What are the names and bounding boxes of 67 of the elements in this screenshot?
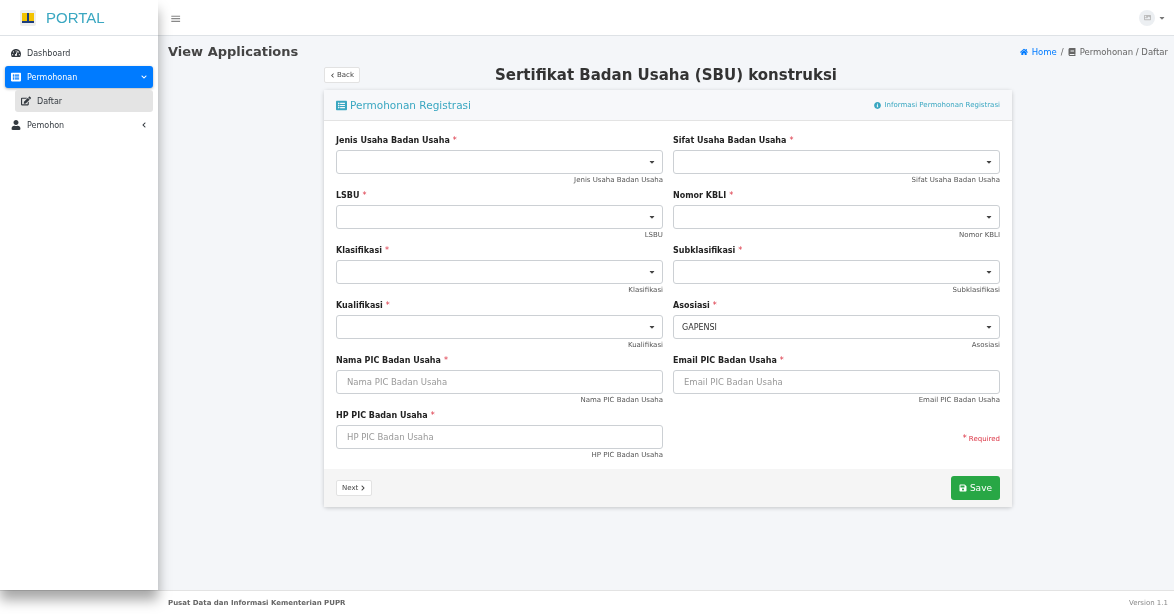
sidebar-subitem[interactable]: Daftar <box>15 90 153 112</box>
select-field[interactable] <box>336 205 663 229</box>
select-field[interactable] <box>336 150 663 174</box>
list-icon <box>11 72 21 82</box>
required-mark: * <box>962 434 967 443</box>
required-mark: * <box>738 246 743 255</box>
breadcrumb-separator: / <box>1060 46 1064 57</box>
caret-icon <box>985 268 993 276</box>
field-label: Email PIC Badan Usaha <box>673 356 777 365</box>
caret-icon <box>985 323 993 331</box>
info-icon <box>874 101 882 109</box>
field-label: Jenis Usaha Badan Usaha <box>336 136 450 145</box>
menu-icon[interactable]: ≡ <box>170 9 182 26</box>
caret-icon <box>985 213 993 221</box>
caret-icon <box>648 323 656 331</box>
edit-icon <box>21 96 31 106</box>
form-heading: Sertifikat Badan Usaha (SBU) konstruksi <box>494 66 838 84</box>
required-mark: * <box>362 191 367 200</box>
gauge-icon <box>11 48 21 58</box>
required-mark: * <box>789 136 794 145</box>
required-mark: * <box>430 411 435 420</box>
field-label: Nomor KBLI <box>673 191 727 200</box>
list-icon <box>336 99 347 111</box>
logo-icon <box>20 9 36 26</box>
user-icon <box>11 120 21 130</box>
breadcrumb-item: Permohonan / Daftar <box>1079 46 1168 57</box>
field-label: LSBU <box>336 191 360 200</box>
page-title: View Applications <box>168 44 299 59</box>
save-icon <box>958 484 967 492</box>
caret-icon <box>985 158 993 166</box>
required-mark: * <box>385 301 390 310</box>
card-title: Permohonan Registrasi <box>350 99 471 111</box>
required-mark: * <box>729 191 734 200</box>
book-icon <box>1067 47 1076 56</box>
select-field[interactable]: GAPENSI <box>673 315 1000 339</box>
field-label: Nama PIC Badan Usaha <box>336 356 441 365</box>
required-mark: * <box>712 301 717 310</box>
select-field[interactable] <box>336 315 663 339</box>
required-mark: * <box>385 246 389 255</box>
input-field[interactable]: Email PIC Badan Usaha <box>673 370 1000 394</box>
select-field[interactable] <box>673 260 1000 284</box>
field-label: Klasifikasi <box>336 246 382 255</box>
field-label: HP PIC Badan Usaha <box>336 411 428 420</box>
required-mark: * <box>443 356 448 365</box>
home-icon <box>1019 47 1028 56</box>
input-field[interactable]: Nama PIC Badan Usaha <box>336 370 663 394</box>
sidebar-item[interactable]: Permohonan <box>5 66 153 88</box>
field-label: Subklasifikasi <box>673 246 736 255</box>
sidebar-item[interactable]: Pemohon <box>5 114 153 136</box>
caret-icon <box>648 158 656 166</box>
avatar-icon[interactable] <box>1139 9 1155 26</box>
required-mark: * <box>452 136 457 145</box>
breadcrumb-link[interactable]: Home <box>1031 46 1057 57</box>
field-label: Kualifikasi <box>336 301 383 310</box>
chevron-right-icon <box>360 485 367 491</box>
caret-icon <box>648 268 656 276</box>
chevron-left-icon <box>330 72 335 78</box>
select-field[interactable] <box>336 260 663 284</box>
required-mark: * <box>779 356 784 365</box>
field-label: Asosiasi <box>673 301 710 310</box>
sidebar-item[interactable]: Dashboard <box>5 42 153 64</box>
select-field[interactable] <box>673 205 1000 229</box>
caret-icon <box>648 213 656 221</box>
select-field[interactable] <box>673 150 1000 174</box>
field-label: Sifat Usaha Badan Usaha <box>673 136 787 145</box>
brand-title: PORTAL <box>46 9 105 26</box>
input-field[interactable]: HP PIC Badan Usaha <box>336 425 663 449</box>
